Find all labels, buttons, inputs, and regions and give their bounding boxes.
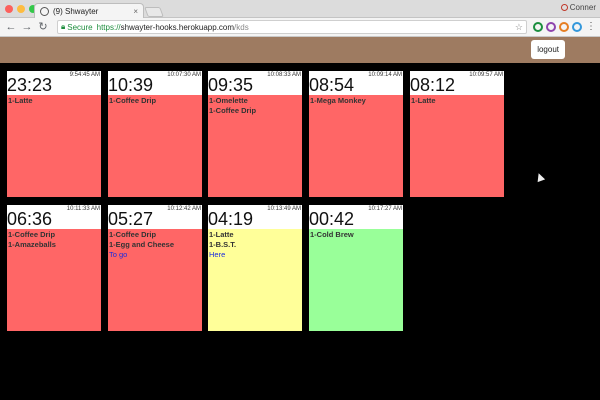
secure-label: Secure [67,22,93,32]
tab-title: (9) Shwayter [53,6,99,16]
order-ticket[interactable]: 08:12 10:09:57 AM 1-Latte [410,71,504,197]
browser-toolbar: ← → ↻ 🔒︎ Secure https:// shwayter-hooks.… [0,18,600,37]
lock-icon: 🔒︎ [61,22,66,31]
ticket-order-time: 10:12:42 AM [167,206,201,212]
ticket-order-time: 10:09:57 AM [469,72,503,78]
ticket-header: 09:35 10:08:33 AM [208,71,302,95]
ticket-order-time: 10:07:30 AM [167,72,201,78]
ticket-item: 1-Mega Monkey [310,96,366,105]
ticket-elapsed-timer: 08:12 [410,75,456,95]
ticket-item: 1-Latte [411,96,436,105]
order-ticket[interactable]: 04:19 10:13:49 AM 1-Latte 1-B.S.T. Here [208,205,302,331]
ticket-header: 00:42 10:17:27 AM [309,205,403,229]
ticket-elapsed-timer: 04:19 [208,209,254,229]
ticket-order-time: 10:11:33 AM [66,206,100,212]
window-controls [5,5,37,13]
ticket-item: 1-Coffee Drip [209,106,257,115]
order-ticket[interactable]: 23:23 9:54:45 AM 1-Latte [7,71,101,197]
order-ticket[interactable]: 10:39 10:07:30 AM 1-Coffee Drip [108,71,202,197]
tab-favicon-icon [40,6,49,16]
ticket-item: 1-Latte [209,230,234,239]
ticket-elapsed-timer: 05:27 [108,209,154,229]
ticket-body: 1-Cold Brew [309,229,403,331]
forward-arrow-icon[interactable]: → [20,20,34,34]
ticket-order-time: 10:13:49 AM [267,206,301,212]
ticket-body: 1-Latte [7,95,101,197]
ticket-order-time: 10:09:14 AM [368,72,402,78]
ticket-item: 1-Amazeballs [8,240,56,249]
url-path: /kds [234,22,249,32]
back-arrow-icon[interactable]: ← [4,20,18,34]
ticket-body: 1-Latte 1-B.S.T. Here [208,229,302,331]
ticket-elapsed-timer: 00:42 [309,209,355,229]
url-scheme: https:// [96,22,121,32]
ticket-header: 08:12 10:09:57 AM [410,71,504,95]
ticket-body: 1-Mega Monkey [309,95,403,197]
ticket-item: 1-Coffee Drip [109,96,157,105]
order-ticket[interactable]: 06:36 10:11:33 AM 1-Coffee Drip 1-Amazeball… [7,205,101,331]
ticket-item: 1-Coffee Drip [109,230,157,239]
logout-button[interactable]: logout [531,40,565,59]
ticket-item: 1-B.S.T. [209,240,237,249]
ticket-elapsed-timer: 06:36 [7,209,53,229]
profile-name: Conner [569,3,596,12]
minimize-window-button[interactable] [17,5,25,13]
ticket-item: 1-Egg and Cheese [109,240,175,249]
ticket-note: To go [109,250,128,259]
order-ticket[interactable]: 08:54 10:09:14 AM 1-Mega Monkey [309,71,403,197]
profile-icon [560,4,568,11]
ticket-note: Here [209,250,226,259]
app-header: logout [0,37,600,63]
ticket-body: 1-Coffee Drip 1-Egg and Cheese To go [108,229,202,331]
bookmark-star-icon[interactable]: ☆ [515,22,523,33]
ticket-elapsed-timer: 10:39 [108,75,154,95]
new-tab-button[interactable] [144,7,164,17]
ticket-body: 1-Coffee Drip 1-Amazeballs [7,229,101,331]
ticket-elapsed-timer: 23:23 [7,75,53,95]
ticket-order-time: 9:54:45 AM [69,72,100,78]
ticket-elapsed-timer: 09:35 [208,75,254,95]
ticket-item: 1-Coffee Drip [8,230,56,239]
extension-icon[interactable] [546,22,556,32]
order-ticket[interactable]: 09:35 10:08:33 AM 1-Omelette 1-Coffee Drip [208,71,302,197]
close-window-button[interactable] [5,5,13,13]
ticket-header: 05:27 10:12:42 AM [108,205,202,229]
tab-close-icon[interactable]: × [133,7,138,16]
ticket-body: 1-Latte [410,95,504,197]
ticket-order-time: 10:08:33 AM [267,72,301,78]
browser-tab[interactable]: (9) Shwayter × [34,3,144,18]
ticket-item: 1-Latte [8,96,33,105]
ticket-header: 08:54 10:09:14 AM [309,71,403,95]
extension-icon[interactable] [533,22,543,32]
ticket-header: 10:39 10:07:30 AM [108,71,202,95]
ticket-item: 1-Cold Brew [310,230,354,239]
extension-icon[interactable] [572,22,582,32]
ticket-body: 1-Omelette 1-Coffee Drip [208,95,302,197]
order-ticket[interactable]: 05:27 10:12:42 AM 1-Coffee Drip 1-Egg and C… [108,205,202,331]
profile-button[interactable]: Conner [560,3,596,12]
orders-board: 23:23 9:54:45 AM 1-Latte 10:39 10:07:30 AM 1-… [0,63,600,400]
reload-icon[interactable]: ↻ [36,20,50,34]
address-bar[interactable]: 🔒︎ Secure https:// shwayter-hooks.heroku… [57,20,527,34]
ticket-order-time: 10:17:27 AM [368,206,402,212]
url-host: shwayter-hooks.herokuapp.com [120,22,235,32]
order-ticket[interactable]: 00:42 10:17:27 AM 1-Cold Brew [309,205,403,331]
extension-icon[interactable] [559,22,569,32]
ticket-body: 1-Coffee Drip [108,95,202,197]
browser-menu-icon[interactable]: ⋮ [586,20,596,34]
ticket-header: 06:36 10:11:33 AM [7,205,101,229]
ticket-header: 04:19 10:13:49 AM [208,205,302,229]
ticket-item: 1-Omelette [209,96,248,105]
ticket-header: 23:23 9:54:45 AM [7,71,101,95]
ticket-elapsed-timer: 08:54 [309,75,355,95]
browser-titlebar: (9) Shwayter × Conner [0,0,600,18]
